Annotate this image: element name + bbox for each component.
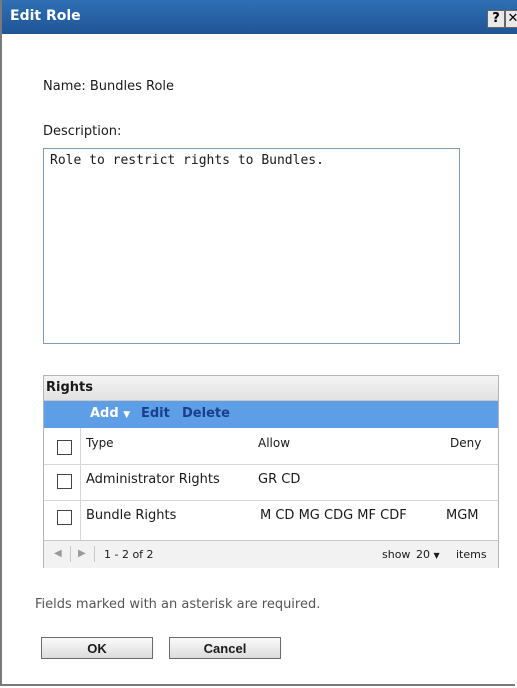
next-page-icon[interactable]: ▶ bbox=[78, 548, 86, 559]
row-divider bbox=[44, 500, 498, 501]
page-size-select[interactable]: 20 ▼ bbox=[416, 548, 440, 561]
row-type: Bundle Rights bbox=[86, 508, 177, 523]
column-divider bbox=[80, 428, 81, 558]
column-header-deny[interactable]: Deny bbox=[450, 436, 481, 450]
row-type: Administrator Rights bbox=[86, 472, 220, 487]
rights-panel: Rights Add ▼ Edit Delete Type Allow Deny… bbox=[43, 375, 499, 568]
row-checkbox[interactable] bbox=[57, 510, 72, 525]
edit-role-dialog: Edit Role ? ✕ Name: Bundles Role Descrip… bbox=[0, 0, 517, 686]
description-label: Description: bbox=[43, 124, 122, 139]
rights-toolbar: Add ▼ Edit Delete bbox=[44, 401, 498, 428]
rights-header: Rights bbox=[44, 376, 498, 401]
delete-button[interactable]: Delete bbox=[182, 406, 230, 421]
ok-button[interactable]: OK bbox=[41, 637, 153, 659]
row-checkbox[interactable] bbox=[57, 474, 72, 489]
help-button[interactable]: ? bbox=[487, 10, 505, 28]
dialog-title: Edit Role bbox=[10, 8, 81, 24]
required-fields-note: Fields marked with an asterisk are requi… bbox=[35, 597, 321, 612]
prev-page-icon[interactable]: ◀ bbox=[54, 548, 62, 559]
row-allow: GR CD bbox=[258, 472, 301, 487]
cancel-button[interactable]: Cancel bbox=[169, 637, 281, 659]
page-size-value: 20 bbox=[416, 548, 430, 561]
rights-title: Rights bbox=[46, 380, 93, 395]
column-header-allow[interactable]: Allow bbox=[258, 436, 290, 450]
page-range: 1 - 2 of 2 bbox=[104, 548, 154, 561]
show-label: show bbox=[382, 548, 411, 561]
pager-divider bbox=[70, 546, 71, 562]
row-divider bbox=[44, 464, 498, 465]
close-button[interactable]: ✕ bbox=[505, 10, 517, 28]
select-all-checkbox[interactable] bbox=[57, 440, 72, 455]
edit-button[interactable]: Edit bbox=[141, 406, 170, 421]
chevron-down-icon: ▼ bbox=[433, 551, 440, 560]
description-textarea[interactable]: Role to restrict rights to Bundles. bbox=[43, 148, 460, 344]
items-label: items bbox=[456, 548, 487, 561]
role-name: Name: Bundles Role bbox=[43, 79, 175, 94]
pagination-bar: ◀ ▶ 1 - 2 of 2 show 20 ▼ items bbox=[44, 540, 498, 568]
row-allow: M CD MG CDG MF CDF bbox=[260, 508, 407, 523]
column-header-type[interactable]: Type bbox=[86, 436, 114, 450]
chevron-down-icon: ▼ bbox=[123, 410, 131, 420]
pager-divider bbox=[94, 546, 95, 562]
add-label: Add bbox=[90, 406, 119, 421]
title-bar: Edit Role ? ✕ bbox=[2, 0, 517, 34]
add-button[interactable]: Add ▼ bbox=[90, 406, 130, 421]
row-deny: MGM bbox=[446, 508, 479, 523]
